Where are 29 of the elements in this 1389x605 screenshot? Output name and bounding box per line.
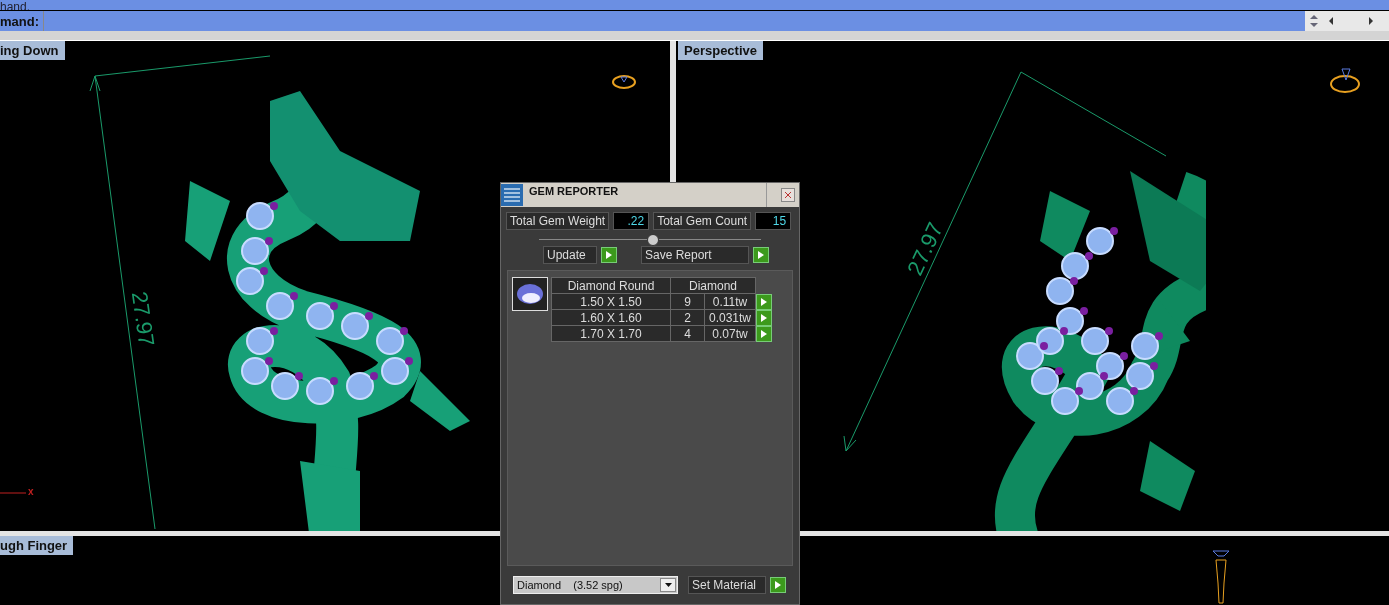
total-weight-value: .22 xyxy=(613,212,650,230)
splitter-handle[interactable] xyxy=(647,234,659,246)
gem-thumbnail xyxy=(512,277,548,311)
viewport-title: ing Down xyxy=(0,41,65,60)
caret-icon xyxy=(660,578,676,592)
total-weight-label: Total Gem Weight xyxy=(506,212,610,230)
viewport-title: ugh Finger xyxy=(0,536,74,555)
axis-label: x xyxy=(28,486,34,497)
column-header: Diamond xyxy=(670,277,756,294)
dimension-label: 27.97 xyxy=(902,218,949,280)
close-button[interactable] xyxy=(781,188,795,202)
axis-line xyxy=(0,492,26,495)
ring-icon xyxy=(1328,66,1362,96)
column-header: Diamond Round xyxy=(551,277,671,294)
dimension-label: 27.97 xyxy=(125,289,160,349)
left-arrow-icon[interactable] xyxy=(1327,16,1335,26)
right-arrow-icon[interactable] xyxy=(1367,16,1375,26)
ring-finger-icon xyxy=(1210,548,1232,605)
command-label: mand: xyxy=(0,11,43,31)
dialog-title: GEM REPORTER xyxy=(529,183,767,207)
command-field[interactable] xyxy=(43,11,1305,31)
row-go-button[interactable] xyxy=(756,293,773,310)
material-dropdown[interactable]: Diamond (3.52 spg) xyxy=(513,576,678,594)
total-count-value: 15 xyxy=(755,212,792,230)
close-icon xyxy=(784,191,792,199)
viewport-title: Perspective xyxy=(678,41,763,60)
ring-icon xyxy=(611,73,637,91)
app-icon xyxy=(501,184,523,206)
total-count-label: Total Gem Count xyxy=(653,212,752,230)
